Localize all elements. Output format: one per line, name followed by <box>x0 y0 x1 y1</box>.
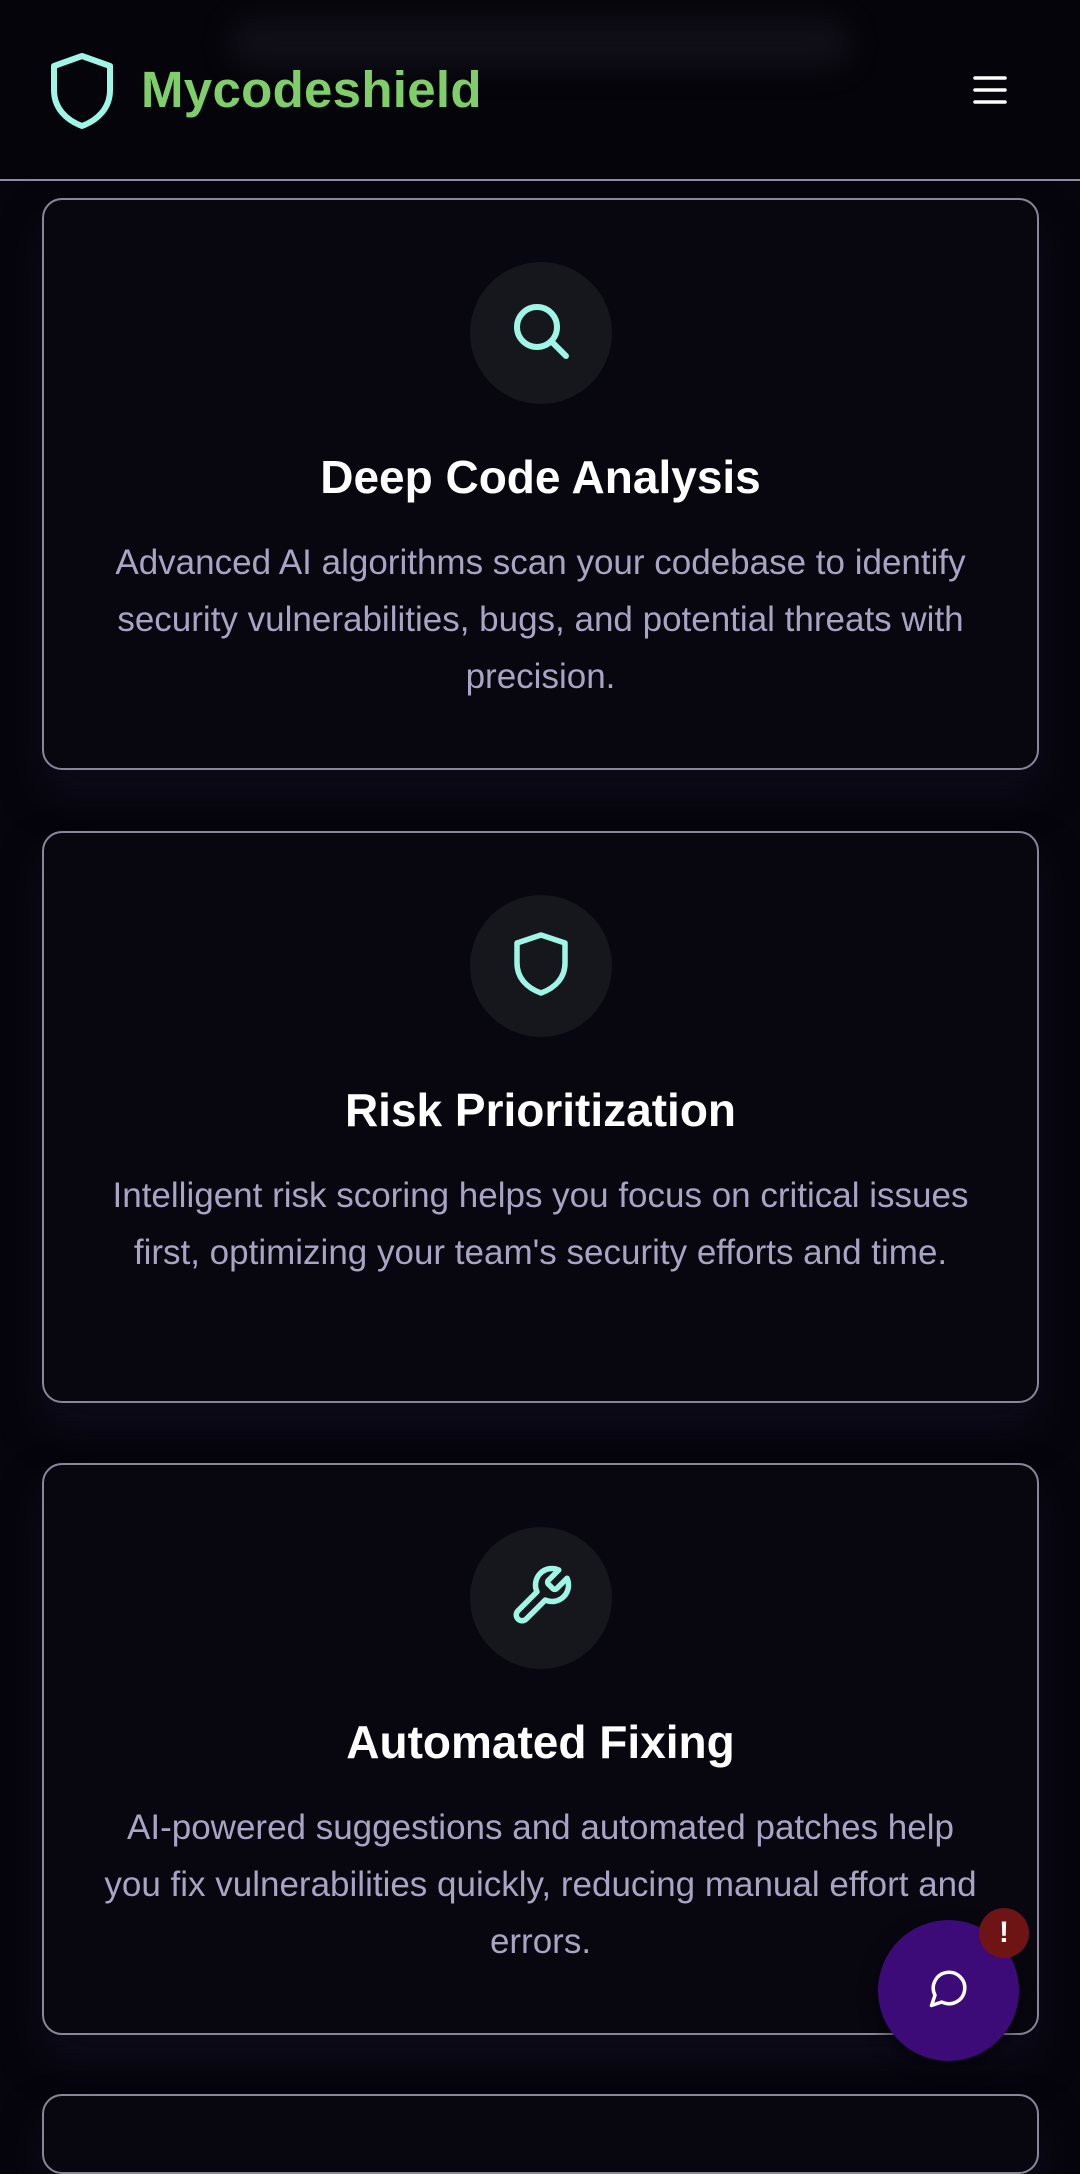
feature-title: Risk Prioritization <box>344 1084 737 1136</box>
feature-card <box>42 2094 1039 2174</box>
feature-icon-badge <box>470 1527 612 1669</box>
brand-name[interactable]: Mycodeshield <box>141 56 482 124</box>
feature-card: Automated Fixing AI-powered suggestions … <box>42 1463 1039 2035</box>
feature-description: AI-powered suggestions and automated pat… <box>104 1808 977 1961</box>
feature-description: Intelligent risk scoring helps you focus… <box>112 1176 969 1272</box>
wrench-icon <box>508 1563 574 1634</box>
feature-icon-badge <box>470 262 612 404</box>
feature-title: Automated Fixing <box>346 1716 735 1768</box>
feature-description: Advanced AI algorithms scan your codebas… <box>115 543 966 696</box>
shield-icon[interactable] <box>48 52 116 130</box>
feature-card: Risk Prioritization Intelligent risk sco… <box>42 831 1039 1403</box>
feature-title: Deep Code Analysis <box>320 451 761 503</box>
site-header: Mycodeshield <box>0 0 1080 181</box>
feature-card: Deep Code Analysis Advanced AI algorithm… <box>42 198 1039 770</box>
hamburger-menu-icon[interactable] <box>960 62 1020 118</box>
feature-icon-badge <box>470 895 612 1037</box>
search-icon <box>509 299 573 368</box>
shield-icon <box>512 931 570 1002</box>
notification-badge: ! <box>979 1908 1029 1958</box>
chat-bubble-icon <box>928 1967 970 2014</box>
